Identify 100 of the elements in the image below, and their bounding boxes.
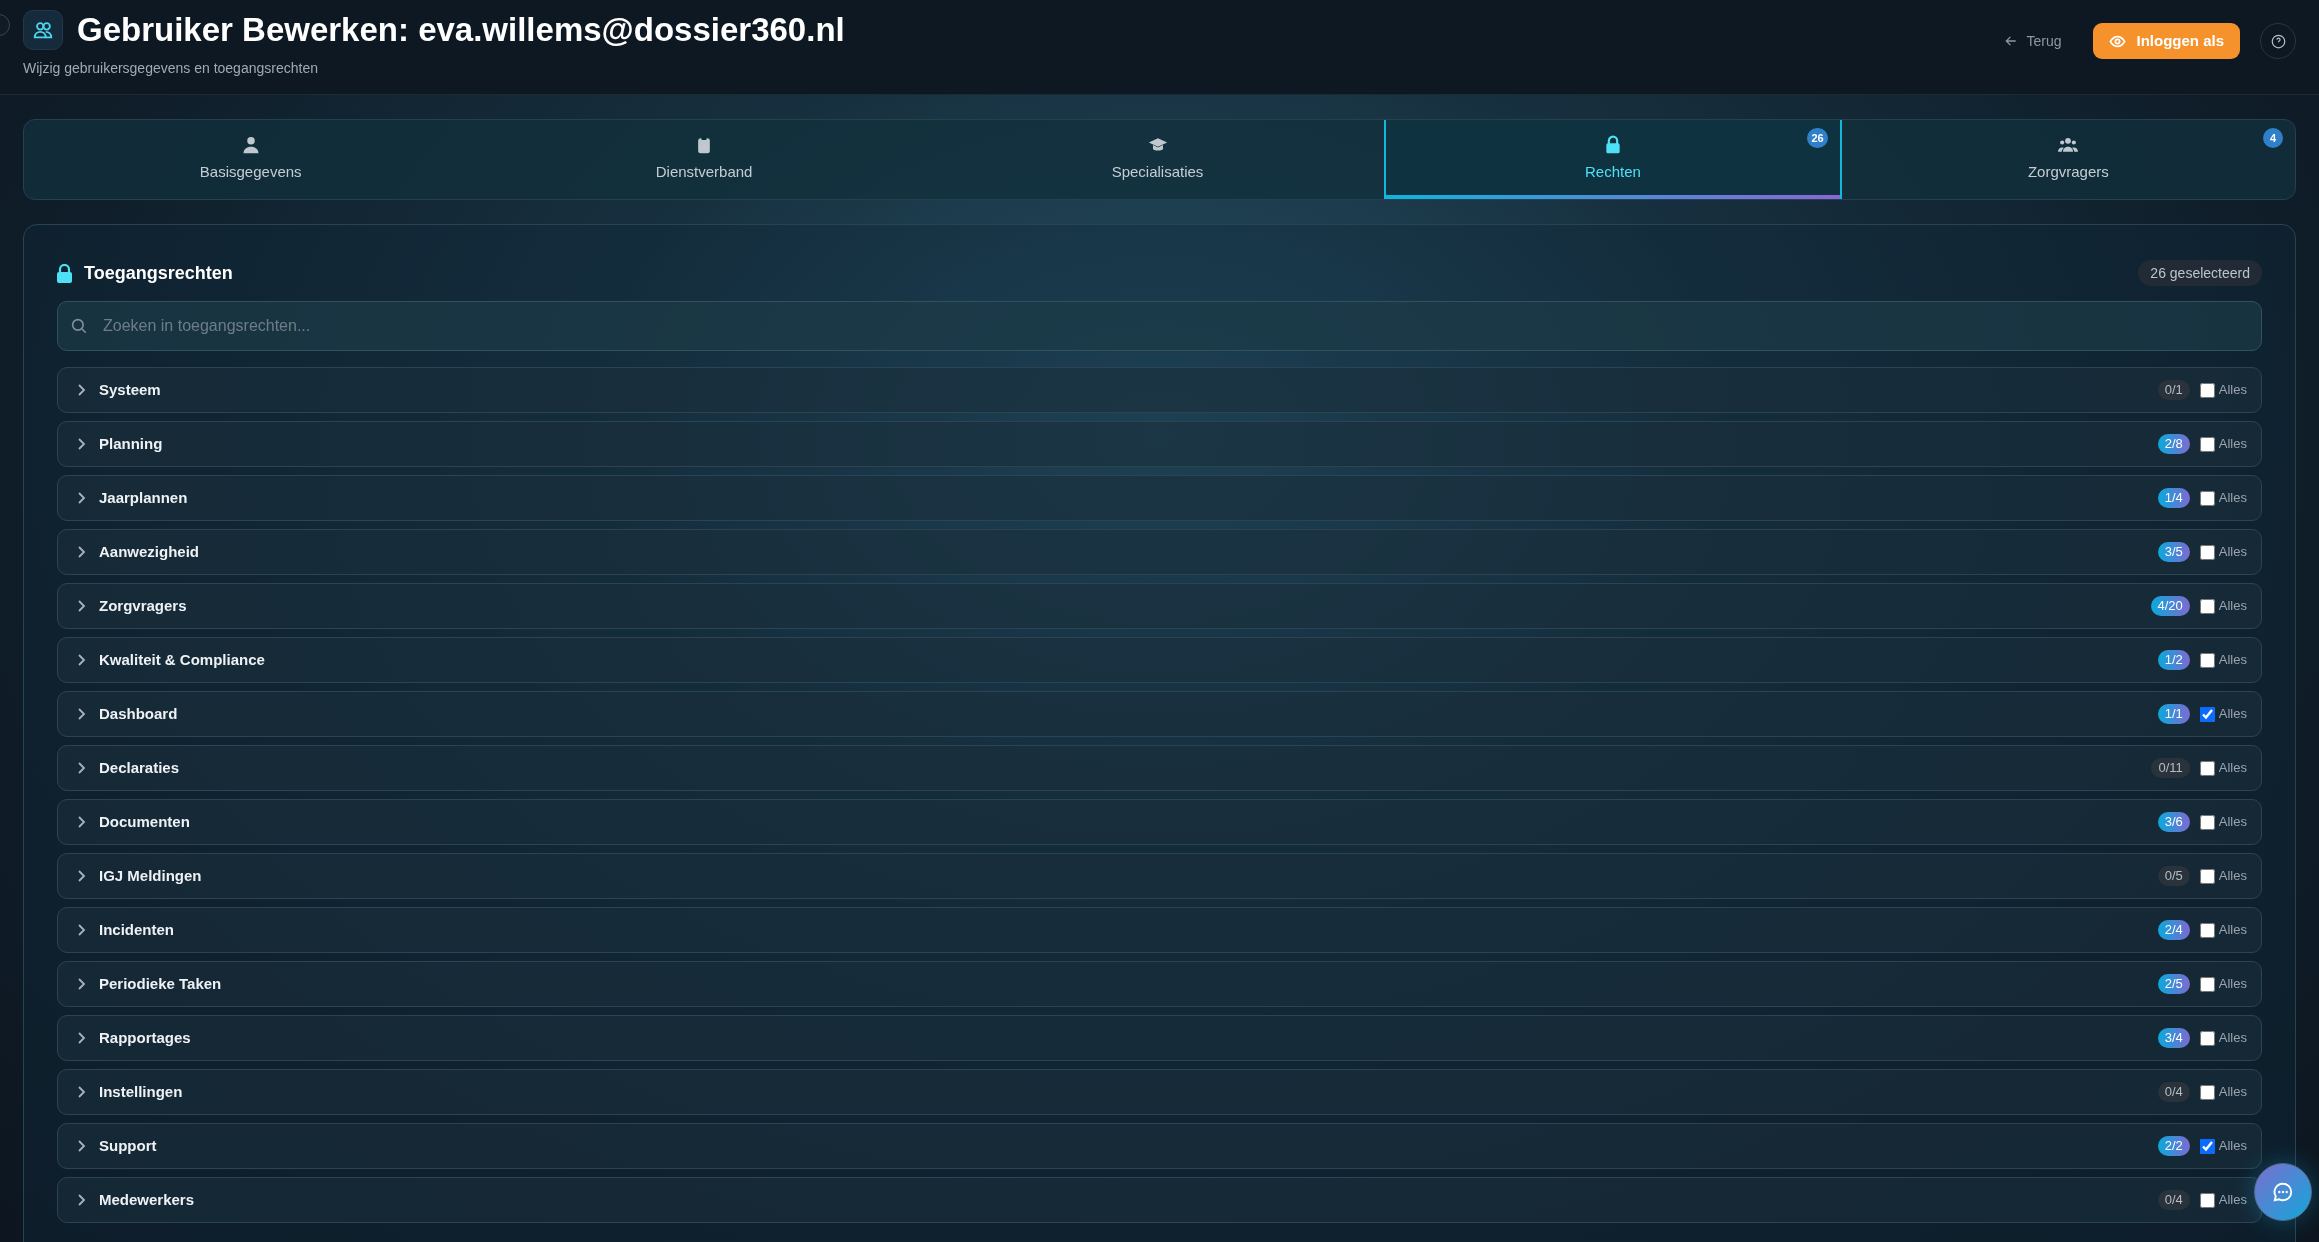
tab[interactable]: Zorgvragers 4 bbox=[1841, 120, 2295, 199]
select-all-checkbox[interactable] bbox=[2199, 1192, 2215, 1208]
group-name: Instellingen bbox=[99, 1081, 183, 1102]
select-all-checkbox[interactable] bbox=[2199, 490, 2215, 506]
group-name: IGJ Meldingen bbox=[99, 865, 202, 886]
lock-icon bbox=[57, 263, 72, 283]
group-name: Medewerkers bbox=[99, 1189, 195, 1210]
select-all-label: Alles bbox=[2218, 651, 2247, 670]
group-name: Jaarplannen bbox=[99, 487, 188, 508]
chevron-right-icon bbox=[76, 492, 86, 504]
count-badge: 3/4 bbox=[2157, 1028, 2190, 1048]
select-all-checkbox[interactable] bbox=[2199, 652, 2215, 668]
count-badge: 4/20 bbox=[2150, 596, 2190, 616]
permission-group-row[interactable]: Periodieke Taken 2/5 Alles bbox=[57, 961, 2262, 1007]
page-title: Gebruiker Bewerken: eva.willems@dossier360.nl bbox=[77, 10, 845, 50]
select-all-checkbox[interactable] bbox=[2199, 598, 2215, 614]
select-all-checkbox[interactable] bbox=[2199, 976, 2215, 992]
group-name: Planning bbox=[99, 433, 163, 454]
permission-group-row[interactable]: Documenten 3/6 Alles bbox=[57, 799, 2262, 845]
count-badge: 1/4 bbox=[2157, 488, 2190, 508]
select-all-checkbox[interactable] bbox=[2199, 760, 2215, 776]
chevron-right-icon bbox=[76, 870, 86, 882]
chevron-right-icon bbox=[76, 600, 86, 612]
tab[interactable]: Rechten 26 bbox=[1384, 120, 1842, 199]
select-all-checkbox[interactable] bbox=[2199, 814, 2215, 830]
back-link[interactable]: Terug bbox=[2004, 30, 2062, 52]
select-all-checkbox[interactable] bbox=[2199, 1084, 2215, 1100]
tab[interactable]: Specialisaties bbox=[930, 120, 1385, 199]
count-badge: 0/1 bbox=[2157, 380, 2190, 400]
group-name: Periodieke Taken bbox=[99, 973, 222, 994]
chevron-right-icon bbox=[76, 1140, 86, 1152]
chat-button[interactable] bbox=[2254, 1163, 2312, 1221]
count-badge: 0/5 bbox=[2157, 866, 2190, 886]
count-badge: 0/4 bbox=[2157, 1082, 2190, 1102]
select-all-label: Alles bbox=[2218, 543, 2247, 562]
select-all-label: Alles bbox=[2218, 1029, 2247, 1048]
count-badge: 2/4 bbox=[2157, 920, 2190, 940]
select-all-label: Alles bbox=[2218, 975, 2247, 994]
permission-group-row[interactable]: Medewerkers 0/4 Alles bbox=[57, 1177, 2262, 1223]
select-all-label: Alles bbox=[2218, 489, 2247, 508]
count-badge: 26 bbox=[1807, 128, 1828, 148]
users-icon bbox=[23, 10, 63, 50]
tab[interactable]: Dienstverband bbox=[477, 120, 931, 199]
select-all-label: Alles bbox=[2218, 1191, 2247, 1210]
group-name: Support bbox=[99, 1135, 157, 1156]
tab[interactable]: Basisgegevens bbox=[24, 120, 478, 199]
permission-group-row[interactable]: Planning 2/8 Alles bbox=[57, 421, 2262, 467]
select-all-label: Alles bbox=[2218, 381, 2247, 400]
chevron-right-icon bbox=[76, 924, 86, 936]
group-name: Documenten bbox=[99, 811, 190, 832]
select-all-checkbox[interactable] bbox=[2199, 706, 2215, 722]
count-badge: 2/5 bbox=[2157, 974, 2190, 994]
select-all-label: Alles bbox=[2218, 705, 2247, 724]
count-badge: 3/5 bbox=[2157, 542, 2190, 562]
select-all-label: Alles bbox=[2218, 1083, 2247, 1102]
group-name: Zorgvragers bbox=[99, 595, 187, 616]
count-badge: 1/2 bbox=[2157, 650, 2190, 670]
permission-group-row[interactable]: Kwaliteit & Compliance 1/2 Alles bbox=[57, 637, 2262, 683]
permission-group-row[interactable]: Zorgvragers 4/20 Alles bbox=[57, 583, 2262, 629]
select-all-checkbox[interactable] bbox=[2199, 436, 2215, 452]
chevron-right-icon bbox=[76, 708, 86, 720]
permission-group-row[interactable]: Instellingen 0/4 Alles bbox=[57, 1069, 2262, 1115]
select-all-checkbox[interactable] bbox=[2199, 922, 2215, 938]
search-icon bbox=[70, 317, 88, 335]
select-all-checkbox[interactable] bbox=[2199, 1030, 2215, 1046]
search-field[interactable]: Zoeken in toegangsrechten... bbox=[57, 301, 2262, 351]
count-badge: 2/8 bbox=[2157, 434, 2190, 454]
section-title: Toegangsrechten bbox=[84, 261, 233, 285]
page-subtitle: Wijzig gebruikersgegevens en toegangsrechten bbox=[23, 59, 319, 78]
count-badge: 0/11 bbox=[2151, 758, 2190, 778]
select-all-checkbox[interactable] bbox=[2199, 1138, 2215, 1154]
select-all-checkbox[interactable] bbox=[2199, 544, 2215, 560]
count-badge: 2/2 bbox=[2157, 1136, 2190, 1156]
group-name: Dashboard bbox=[99, 703, 178, 724]
select-all-label: Alles bbox=[2218, 1137, 2247, 1156]
select-all-label: Alles bbox=[2218, 867, 2247, 886]
selected-count-badge: 26 geselecteerd bbox=[2138, 260, 2262, 286]
permission-group-row[interactable]: Rapportages 3/4 Alles bbox=[57, 1015, 2262, 1061]
permission-group-row[interactable]: IGJ Meldingen 0/5 Alles bbox=[57, 853, 2262, 899]
chat-icon bbox=[2272, 1181, 2294, 1203]
select-all-label: Alles bbox=[2218, 813, 2247, 832]
permission-group-row[interactable]: Aanwezigheid 3/5 Alles bbox=[57, 529, 2262, 575]
permission-group-row[interactable]: Jaarplannen 1/4 Alles bbox=[57, 475, 2262, 521]
permission-group-row[interactable]: Support 2/2 Alles bbox=[57, 1123, 2262, 1169]
permission-group-row[interactable]: Incidenten 2/4 Alles bbox=[57, 907, 2262, 953]
select-all-checkbox[interactable] bbox=[2199, 868, 2215, 884]
help-icon bbox=[2270, 33, 2286, 49]
chevron-right-icon bbox=[76, 546, 86, 558]
permission-group-row[interactable]: Systeem 0/1 Alles bbox=[57, 367, 2262, 413]
select-all-checkbox[interactable] bbox=[2199, 382, 2215, 398]
select-all-label: Alles bbox=[2218, 435, 2247, 454]
group-name: Declaraties bbox=[99, 757, 180, 778]
chevron-right-icon bbox=[76, 1032, 86, 1044]
chevron-right-icon bbox=[76, 654, 86, 666]
permission-group-row[interactable]: Dashboard 1/1 Alles bbox=[57, 691, 2262, 737]
permission-group-row[interactable]: Declaraties 0/11 Alles bbox=[57, 745, 2262, 791]
group-name: Incidenten bbox=[99, 919, 174, 940]
chevron-right-icon bbox=[76, 1086, 86, 1098]
group-name: Systeem bbox=[99, 379, 161, 400]
chevron-right-icon bbox=[76, 816, 86, 828]
